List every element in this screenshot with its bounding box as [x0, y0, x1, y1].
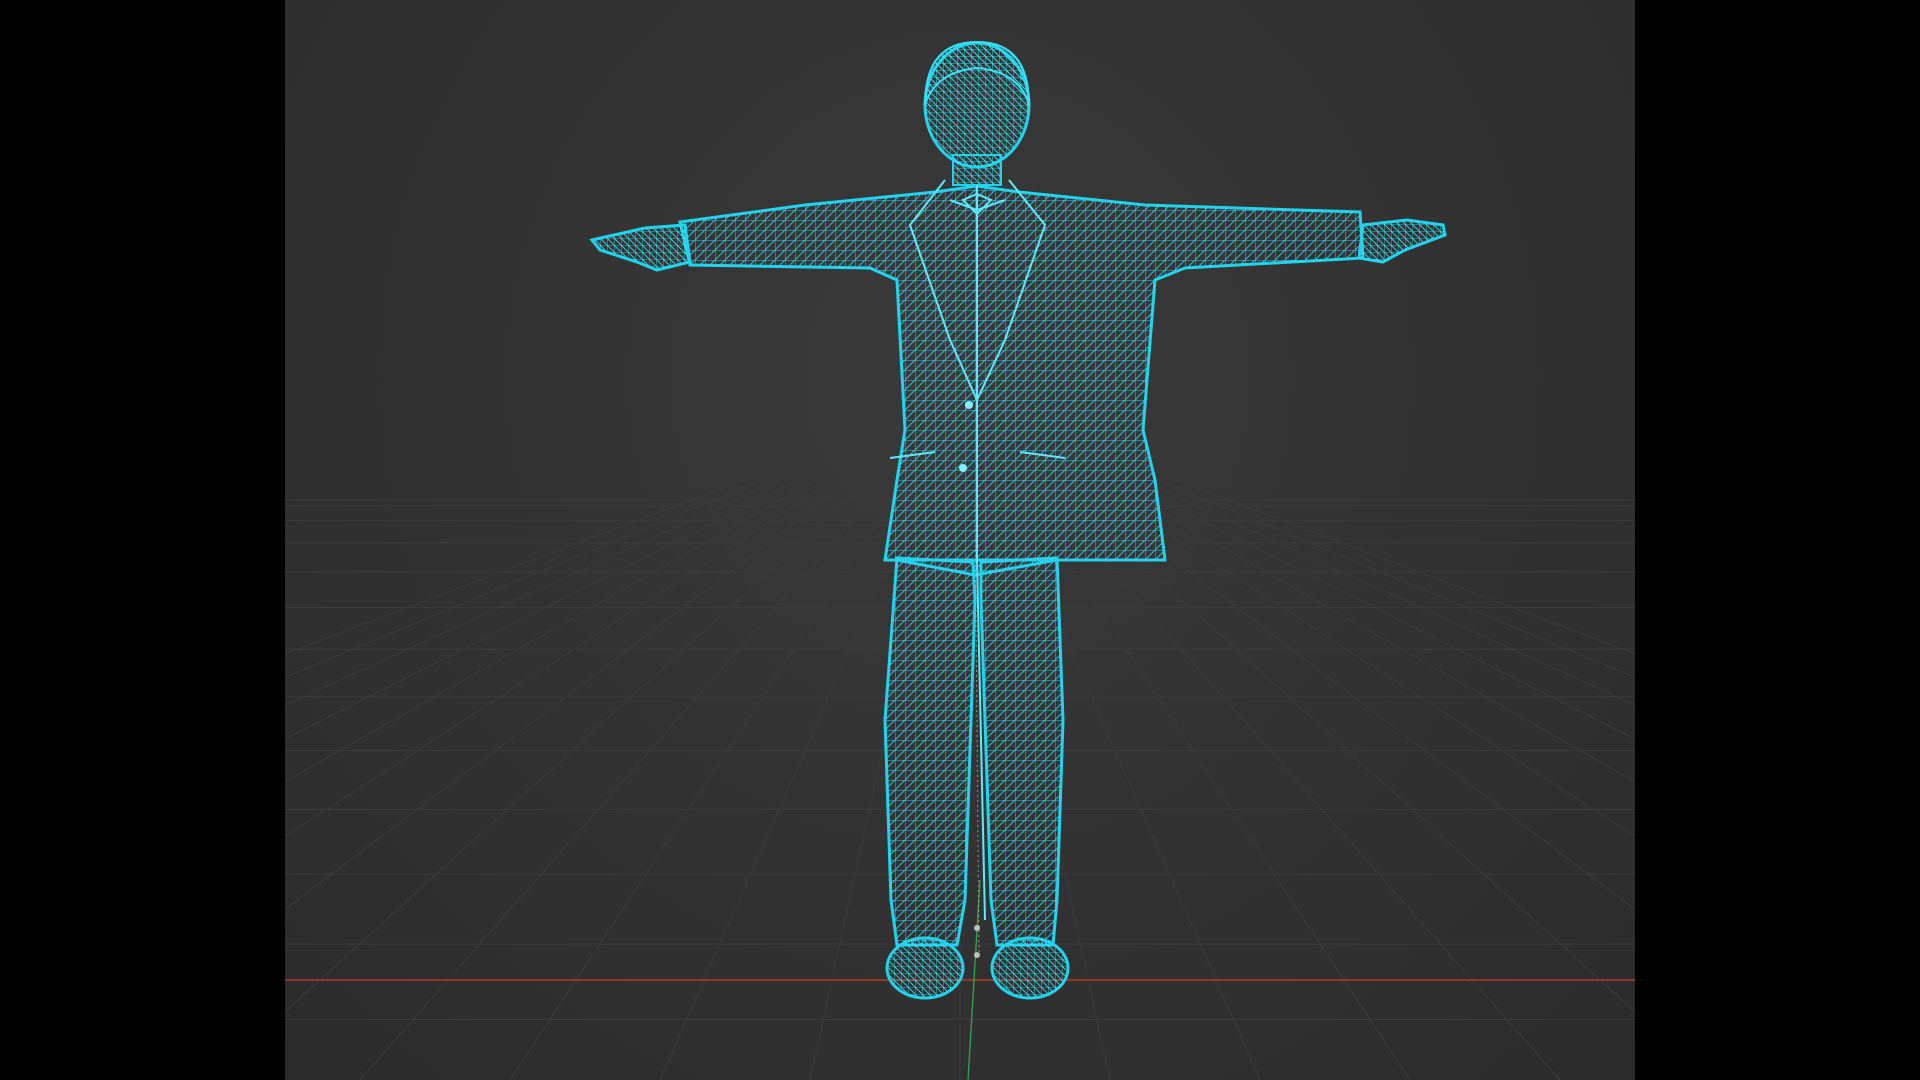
grid-line-radial [1157, 479, 1635, 678]
suit-button-2 [959, 464, 967, 472]
grid-line-radial [285, 479, 817, 783]
neck-mesh [952, 154, 1002, 186]
grid-line-radial [1121, 479, 1635, 740]
grid-line-radial [285, 479, 853, 911]
3d-viewport[interactable] [285, 0, 1635, 1080]
grid-line-radial [359, 479, 889, 1080]
grid-line-radial [1013, 479, 1411, 1080]
grid-line-radial [285, 479, 835, 838]
grid-line-radial [1031, 479, 1561, 1080]
left-hand-mesh [589, 223, 692, 272]
grid-line-radial [285, 479, 781, 706]
grid-line-radial [659, 479, 925, 1080]
suit-button-1 [965, 401, 973, 409]
wireframe-character[interactable] [589, 40, 1447, 1000]
right-hand-mesh [1357, 218, 1447, 264]
grid-line-radial [285, 479, 799, 740]
grid-line-radial [1067, 479, 1635, 911]
grid-line-radial [1175, 479, 1635, 655]
viewport-canvas[interactable] [285, 0, 1635, 1080]
grid-line-radial [1085, 479, 1635, 838]
grid-line-radial [509, 479, 907, 1080]
character-mesh-fill [589, 40, 1447, 1000]
grid-line-radial [1103, 479, 1635, 783]
grid-line-radial [285, 479, 763, 678]
letterbox-right [1635, 0, 1920, 1080]
left-shoe-mesh [885, 936, 965, 1000]
letterbox-left [0, 0, 285, 1080]
grid-line-radial [285, 479, 745, 655]
grid-line-radial [1139, 479, 1635, 706]
right-shoe-mesh [990, 936, 1070, 1000]
